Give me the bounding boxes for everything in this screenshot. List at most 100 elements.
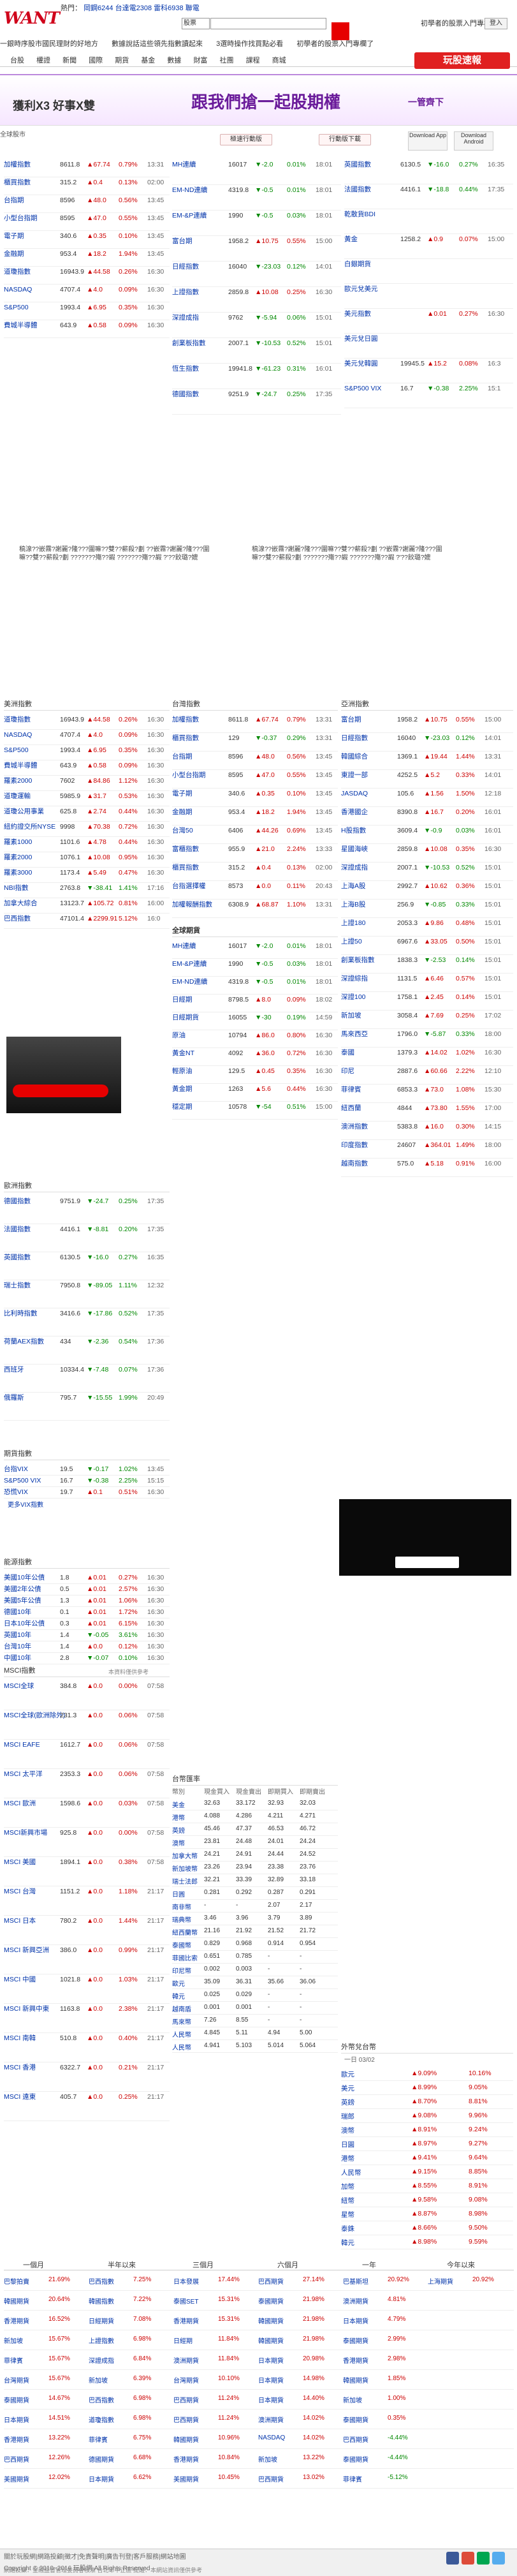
leaderboard-name[interactable]: NASDAQ <box>258 2434 285 2441</box>
quote-row[interactable]: 香港國企 8390.8 ▲16.7 0.20% 16:01 <box>341 807 513 825</box>
quote-name[interactable]: MSCI 日本 <box>4 1916 36 1926</box>
leaderboard-name[interactable]: 巴西期貨 <box>173 2395 199 2404</box>
app-download-android[interactable]: Download Android <box>454 131 493 151</box>
quote-row[interactable]: 英國指數 6130.5 ▼-16.0 0.27% 16:35 <box>344 159 513 184</box>
leaderboard-name[interactable]: 日本期貨 <box>258 2395 284 2404</box>
app-download-ios[interactable]: Download App <box>408 131 448 151</box>
quick-news-banner[interactable]: 玩股速報 <box>414 52 510 69</box>
quote-name[interactable]: EM-&P連續 <box>172 959 207 969</box>
quote-name[interactable]: S&P500 <box>4 745 29 755</box>
quote-name[interactable]: 原油 <box>172 1030 186 1040</box>
leaderboard-name[interactable]: 巴西期貨 <box>343 2434 368 2444</box>
quote-row[interactable]: 瑞士指數 7950.8 ▼-89.05 1.11% 12:32 <box>4 1280 170 1308</box>
quote-row[interactable]: 乾散貨BDI <box>344 209 513 234</box>
quote-row[interactable]: 費城半導體 643.9 ▲0.58 0.09% 16:30 <box>4 320 170 338</box>
mobile-fast-button[interactable]: 極速行動版 <box>220 134 272 145</box>
quote-row[interactable]: 台灣10年 1.4 ▲0.0 0.12% 16:30 <box>4 1641 170 1653</box>
quote-name[interactable]: 德國指數 <box>172 389 199 399</box>
quote-name[interactable]: 深證100 <box>341 992 366 1002</box>
leaderboard-name[interactable]: 台灣期貨 <box>4 2375 29 2385</box>
quote-row[interactable]: 美元兌韓圓 19945.5 ▲15.2 0.08% 16:3 <box>344 359 513 383</box>
leaderboard-name[interactable]: 澳洲期貨 <box>173 2355 199 2365</box>
quote-row[interactable]: 印尼 2887.6 ▲60.66 2.22% 12:10 <box>341 1066 513 1084</box>
quote-name[interactable]: 泰國 <box>341 1047 354 1058</box>
quote-name[interactable]: 巴西指數 <box>4 914 31 924</box>
quote-row[interactable]: 加權報酬指數 6308.9 ▲68.87 1.10% 13:31 <box>172 899 338 918</box>
quote-name[interactable]: 美國2年公債 <box>4 1584 41 1594</box>
fund-row[interactable]: 港幣 ▲9.41% 9.64% <box>341 2151 513 2165</box>
quote-name[interactable]: 台指選擇權 <box>172 881 206 891</box>
quote-row[interactable]: 羅素3000 1173.4 ▲5.49 0.47% 16:30 <box>4 868 170 883</box>
quote-name[interactable]: 恐慌VIX <box>4 1487 28 1497</box>
quote-row[interactable]: MSCI 新興亞洲 386.0 ▲0.0 0.99% 21:17 <box>4 1945 170 1974</box>
leaderboard-tab[interactable]: 六個月 <box>277 2260 298 2270</box>
facebook-icon[interactable] <box>446 2552 459 2565</box>
quote-name[interactable]: 羅素2000 <box>4 776 32 786</box>
leaderboard-name[interactable]: 韓國指數 <box>89 2296 114 2306</box>
leaderboard-name[interactable]: 上證指數 <box>89 2335 114 2345</box>
leaderboard-name[interactable]: 道瓊指數 <box>89 2415 114 2424</box>
quote-name[interactable]: 金融期 <box>4 249 24 259</box>
quote-row[interactable]: 創業板指數 2007.1 ▼-10.53 0.52% 15:01 <box>172 338 341 364</box>
quote-name[interactable]: MSCI 南韓 <box>4 2033 36 2043</box>
leaderboard-name[interactable]: 泰國期貨 <box>343 2415 368 2424</box>
quote-row[interactable]: 俄羅斯 795.7 ▼-15.55 1.99% 20:49 <box>4 1393 170 1421</box>
quote-row[interactable]: MSCI 南韓 510.8 ▲0.0 0.40% 21:17 <box>4 2033 170 2062</box>
quote-name[interactable]: 荷蘭AEX指數 <box>4 1336 44 1347</box>
quote-row[interactable]: 德國指數 9751.9 ▼-24.7 0.25% 17:35 <box>4 1196 170 1224</box>
quote-row[interactable]: 黃金 1258.2 ▲0.9 0.07% 15:00 <box>344 234 513 259</box>
quote-name[interactable]: MSCI 中國 <box>4 1974 36 1985</box>
quote-row[interactable]: 電子期 340.6 ▲0.35 0.10% 13:45 <box>4 231 170 249</box>
quote-name[interactable]: MSCI 新興亞洲 <box>4 1945 49 1955</box>
quote-name[interactable]: 道瓊指數 <box>4 267 31 277</box>
quote-row[interactable]: 上海A股 2992.7 ▲10.62 0.36% 15:01 <box>341 881 513 899</box>
hot-item[interactable]: 聯電 <box>186 4 200 12</box>
quote-row[interactable]: 菲律賓 6853.3 ▲73.0 1.08% 15:30 <box>341 1084 513 1103</box>
leaderboard-name[interactable]: 澳洲期貨 <box>343 2296 368 2306</box>
fund-row[interactable]: 韓元 ▲8.98% 9.59% <box>341 2235 513 2249</box>
quote-name[interactable]: 星國海峽 <box>341 844 368 854</box>
quote-row[interactable]: 馬來西亞 1796.0 ▼-5.87 0.33% 18:00 <box>341 1029 513 1047</box>
quote-name[interactable]: MH連續 <box>172 941 196 951</box>
quote-name[interactable]: EM-ND連續 <box>172 977 207 987</box>
quote-name[interactable]: 小型台指期 <box>172 770 206 780</box>
leaderboard-name[interactable]: 日經期 <box>173 2335 193 2345</box>
quote-row[interactable]: 櫃買指數 315.2 ▲0.4 0.13% 02:00 <box>172 862 338 881</box>
hot-item[interactable]: 台達電2308 <box>115 4 152 12</box>
leaderboard-name[interactable]: 香港期貨 <box>4 2316 29 2325</box>
quote-name[interactable]: 黃金NT <box>172 1048 194 1058</box>
leaderboard-name[interactable]: 韓國期貨 <box>4 2296 29 2306</box>
quote-row[interactable]: 印度指數 24607 ▲364.01 1.49% 18:00 <box>341 1140 513 1158</box>
quote-name[interactable]: MSCI 歐洲 <box>4 1798 36 1809</box>
leaderboard-name[interactable]: 日本期貨 <box>4 2415 29 2424</box>
quote-name[interactable]: 台指VIX <box>4 1464 28 1474</box>
quote-row[interactable]: 羅素2000 1076.1 ▲10.08 0.95% 16:30 <box>4 852 170 868</box>
quote-name[interactable]: 道瓊公用事業 <box>4 806 44 817</box>
quote-name[interactable]: 俄羅斯 <box>4 1393 24 1403</box>
search-button[interactable] <box>331 22 349 40</box>
quote-name[interactable]: 櫃買指數 <box>172 862 199 873</box>
quote-row[interactable]: 紐約證交所NYSE 9998 ▲70.38 0.72% 16:30 <box>4 822 170 837</box>
search-type-select[interactable]: 股票 <box>182 18 210 29</box>
quote-name[interactable]: 深證成指 <box>172 313 199 323</box>
quote-row[interactable]: 恆生指數 19941.8 ▼-61.23 0.31% 16:01 <box>172 364 341 389</box>
quote-name[interactable]: 加拿大綜合 <box>4 898 38 908</box>
quote-name[interactable]: 英國指數 <box>4 1252 31 1262</box>
quote-name[interactable]: 小型台指期 <box>4 213 38 223</box>
quote-name[interactable]: 上證50 <box>341 936 362 947</box>
quote-row[interactable]: 白銀期貨 <box>344 259 513 284</box>
quote-row[interactable]: 小型台指期 8595 ▲47.0 0.55% 13:45 <box>172 770 338 788</box>
quote-name[interactable]: 台指期 <box>4 195 24 205</box>
quote-name[interactable]: 深證成指 <box>341 862 368 873</box>
fund-row[interactable]: 澳幣 ▲8.91% 9.24% <box>341 2123 513 2137</box>
quote-name[interactable]: H股指數 <box>341 825 366 836</box>
quote-name[interactable]: MSCI新興市場 <box>4 1828 47 1838</box>
quote-row[interactable]: 泰國 1379.3 ▲14.02 1.02% 16:30 <box>341 1047 513 1066</box>
quote-name[interactable]: 比利時指數 <box>4 1308 38 1319</box>
quote-row[interactable]: 荷蘭AEX指數 434 ▼-2.36 0.54% 17:36 <box>4 1336 170 1365</box>
quote-row[interactable]: NASDAQ 4707.4 ▲4.0 0.09% 16:30 <box>4 730 170 745</box>
quote-row[interactable]: MSCI 太平洋 2353.3 ▲0.0 0.06% 07:58 <box>4 1769 170 1798</box>
nav-item[interactable]: 課程 <box>246 55 260 66</box>
leaderboard-name[interactable]: 台灣期貨 <box>173 2375 199 2385</box>
quote-name[interactable]: NASDAQ <box>4 730 32 740</box>
